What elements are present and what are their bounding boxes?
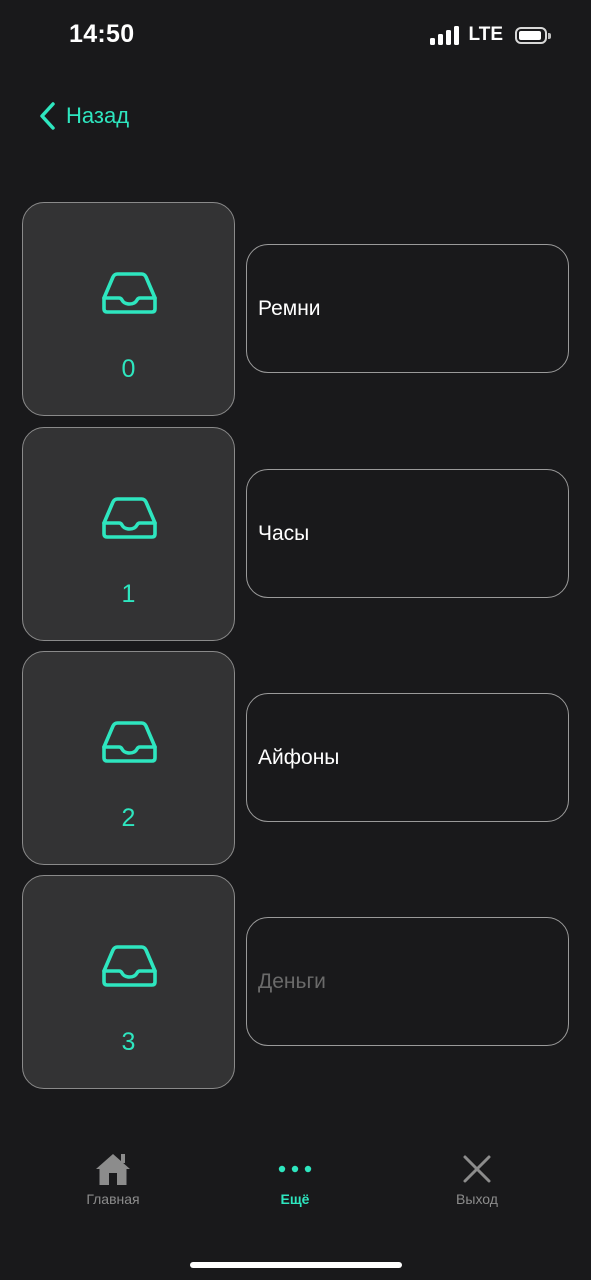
tab-label: Главная (86, 1191, 140, 1207)
cell-tile[interactable]: 1 (22, 427, 235, 641)
cell-number: 1 (121, 580, 136, 608)
cell-row: 2 Айфоны (0, 651, 591, 865)
cell-tile[interactable]: 2 (22, 651, 235, 865)
cell-tile[interactable]: 3 (22, 875, 235, 1089)
inbox-tray-icon (102, 272, 157, 314)
cell-number: 0 (121, 355, 136, 383)
back-button[interactable]: Назад (38, 101, 129, 131)
inbox-tray-icon (102, 497, 157, 539)
cell-row: 0 Ремни (0, 202, 591, 416)
cell-name-field[interactable]: Часы (246, 469, 569, 598)
cell-row: 3 Деньги (0, 875, 591, 1089)
signal-strength-icon (429, 25, 459, 45)
cell-row: 1 Часы (0, 427, 591, 641)
network-type: LTE (468, 24, 503, 45)
battery-icon (515, 26, 551, 44)
inbox-tray-icon (102, 721, 157, 763)
chevron-left-icon (40, 102, 55, 130)
home-icon (96, 1154, 130, 1185)
cell-number: 3 (121, 1028, 136, 1056)
home-indicator (190, 1262, 402, 1268)
status-indicators: LTE (429, 24, 551, 46)
tab-exit[interactable]: Выход (407, 1148, 547, 1207)
cell-name-field[interactable]: Ремни (246, 244, 569, 373)
tab-more[interactable]: Ещё (225, 1148, 365, 1207)
tab-label: Ещё (280, 1191, 310, 1207)
cell-name-field[interactable]: Айфоны (246, 693, 569, 822)
status-time: 14:50 (69, 20, 135, 48)
cell-number: 2 (121, 804, 136, 832)
cell-tile[interactable]: 0 (22, 202, 235, 416)
back-label: Назад (66, 103, 130, 128)
status-bar: 14:50 LTE (0, 0, 591, 72)
cell-name-field[interactable]: Деньги (246, 917, 569, 1046)
tab-home[interactable]: Главная (43, 1148, 183, 1207)
tab-bar: Главная Ещё Выход (0, 1140, 591, 1220)
inbox-tray-icon (102, 945, 157, 987)
more-dots-icon (278, 1165, 312, 1173)
tab-label: Выход (456, 1191, 498, 1207)
close-icon (463, 1155, 491, 1183)
